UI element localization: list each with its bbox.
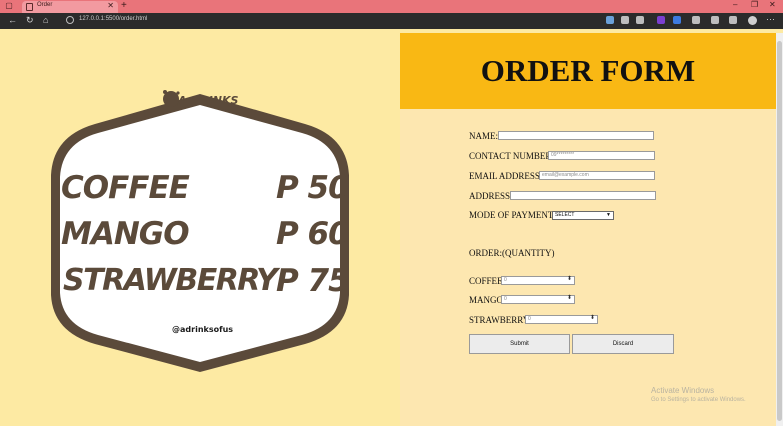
name-label: NAME: [469,131,498,141]
coffee-quantity-stepper[interactable]: 0 ⬍ [501,276,575,285]
menu-price-strawberry: P 75 [276,263,350,299]
name-field[interactable] [498,131,654,140]
scrollbar-thumb[interactable] [777,41,782,421]
url-field[interactable]: 127.0.0.1:5500/order.html [62,15,602,27]
strawberry-label: STRAWBERRY [469,315,530,325]
submit-button[interactable]: Submit [469,334,570,354]
browser-tab[interactable]: Order ✕ [22,1,118,13]
tab-actions-icon[interactable]: ▢ [4,1,14,11]
contact-number-field[interactable]: 09********* [548,151,655,160]
close-window-button[interactable]: ✕ [769,0,776,9]
form-header: ORDER FORM [400,33,776,109]
spinner-arrows-icon[interactable]: ⬍ [567,276,572,283]
strawberry-quantity-stepper[interactable]: 0 ⬍ [525,315,598,324]
browser-tab-bar: ▢ Order ✕ + – ❐ ✕ [0,0,783,13]
menu-price-coffee: P 50 [276,170,350,206]
address-label: ADDRESS: [469,191,513,201]
tab-close-icon[interactable]: ✕ [107,1,114,10]
mango-quantity-stepper[interactable]: 0 ⬍ [501,295,575,304]
new-tab-button[interactable]: + [121,0,127,11]
favorite-icon[interactable] [636,16,644,24]
read-aloud-icon[interactable] [621,16,629,24]
coffee-label: COFFEE [469,276,503,286]
spinner-arrows-icon[interactable]: ⬍ [567,295,572,302]
favorites-icon[interactable] [711,16,719,24]
restore-button[interactable]: ❐ [751,0,758,9]
email-label: EMAIL ADDRESS: [469,171,543,181]
chevron-down-icon: ▼ [606,212,611,218]
url-text: 127.0.0.1:5500/order.html [79,16,148,22]
contact-label: CONTACT NUMBER: [469,151,554,161]
address-bar-row: ← ↻ ⌂ 127.0.0.1:5500/order.html ··· [0,13,783,29]
more-icon[interactable]: ··· [766,14,775,24]
page-scrollbar[interactable] [776,33,783,426]
tab-title: Order [37,2,53,8]
profile-avatar[interactable] [748,16,757,25]
order-form-panel: ORDER FORM [400,33,776,426]
activate-windows-title: Activate Windows [651,386,715,395]
address-field[interactable] [510,191,656,200]
email-field[interactable]: email@example.com [539,171,655,180]
discard-button[interactable]: Discard [572,334,674,354]
collections-icon[interactable] [729,16,737,24]
brand-name: A-DRINKS [178,94,239,107]
menu-item-mango: MANGO [61,216,190,252]
minimize-button[interactable]: – [733,0,737,9]
page-icon [26,3,33,11]
menu-item-strawberry: STRAWBERRY [63,263,278,298]
spinner-arrows-icon[interactable]: ⬍ [590,315,595,322]
strawberry-quantity-value: 0 [528,316,531,322]
extensions-icon[interactable] [692,16,700,24]
form-title: ORDER FORM [480,53,696,88]
mango-label: MANGO [469,295,504,305]
order-heading: ORDER:(QUANTITY) [469,248,555,258]
extension-blue-icon[interactable] [673,16,681,24]
social-handle: @adrinksofus [172,325,234,334]
menu-item-coffee: COFFEE [61,170,190,206]
mango-quantity-value: 0 [504,296,507,302]
payment-label: MODE OF PAYMENT: [469,210,556,220]
payment-selected-value: SELECT [555,212,575,218]
menu-price-mango: P 60 [276,216,350,252]
extension-icon[interactable] [606,16,614,24]
reload-icon[interactable]: ↻ [26,15,34,26]
extension-purple-icon[interactable] [657,16,665,24]
activate-windows-subtitle: Go to Settings to activate Windows. [651,397,746,403]
back-icon[interactable]: ← [8,15,17,25]
coffee-quantity-value: 0 [504,277,507,283]
payment-select[interactable]: SELECT ▼ [552,211,614,220]
info-icon[interactable] [66,16,74,24]
home-icon[interactable]: ⌂ [43,15,48,25]
